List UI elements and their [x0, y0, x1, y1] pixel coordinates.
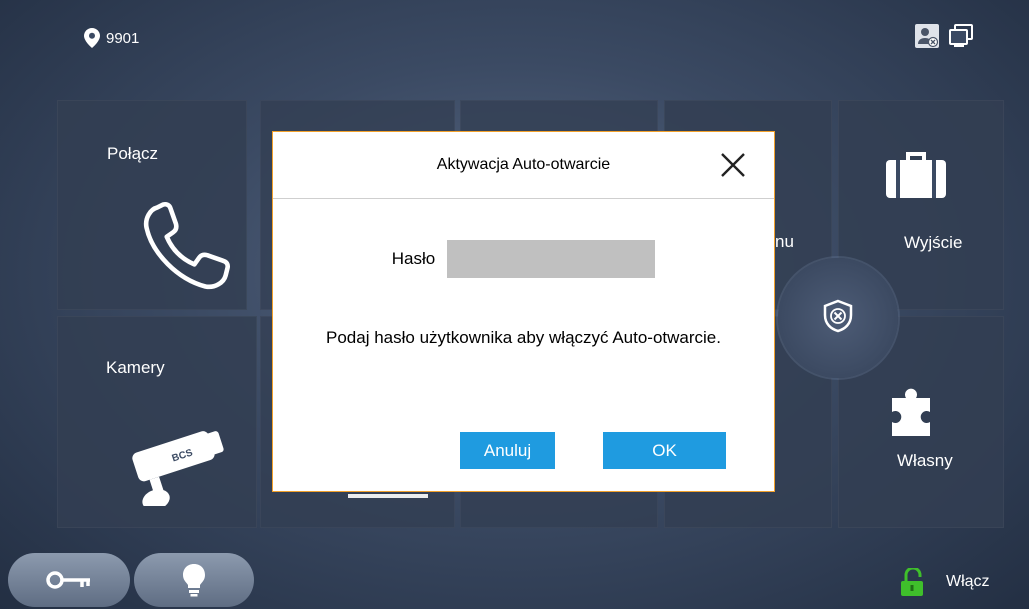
location-indicator: 9901 [84, 28, 139, 48]
password-row: Hasło [273, 240, 774, 278]
cameras-tile[interactable]: Kamery BCS [57, 316, 257, 528]
call-tile[interactable]: Połącz [57, 100, 247, 310]
monitor-icon [949, 24, 973, 47]
custom-tile-label: Własny [897, 451, 953, 470]
ok-button[interactable]: OK [603, 432, 726, 469]
puzzle-icon [892, 388, 930, 436]
cameras-tile-label: Kamery [106, 358, 165, 377]
camera-icon: BCS [132, 431, 224, 506]
key-icon [46, 571, 90, 589]
location-code: 9901 [106, 29, 140, 47]
arm-toggle-knob[interactable] [778, 258, 898, 378]
unlock-icon [901, 568, 923, 596]
dialog-title: Aktywacja Auto-otwarcie [436, 156, 611, 173]
unlock-control[interactable]: Włącz [900, 568, 990, 596]
briefcase-icon [886, 152, 946, 198]
status-icons [915, 24, 973, 48]
dialog-hint: Podaj hasło użytkownika aby włączyć Auto… [326, 328, 721, 347]
unlock-label: Włącz [946, 573, 990, 590]
close-icon[interactable] [718, 150, 748, 180]
key-button[interactable] [8, 553, 130, 607]
dialog-header: Aktywacja Auto-otwarcie [273, 132, 774, 199]
shield-x-icon [823, 299, 853, 333]
location-pin-icon [84, 28, 100, 48]
arm-tile-label: nu [775, 232, 794, 251]
exit-tile-label: Wyjście [904, 233, 963, 252]
cancel-button[interactable]: Anuluj [460, 432, 555, 469]
auto-open-dialog: Aktywacja Auto-otwarcie Hasło Podaj hasł… [272, 131, 775, 492]
bulb-icon [183, 564, 205, 597]
light-button[interactable] [134, 553, 254, 607]
password-input[interactable] [447, 240, 656, 278]
call-tile-label: Połącz [107, 144, 159, 163]
phone-icon [143, 201, 230, 290]
password-label: Hasło [391, 249, 436, 268]
hidden-tile-2-mark [348, 494, 428, 498]
user-offline-icon [915, 24, 939, 48]
